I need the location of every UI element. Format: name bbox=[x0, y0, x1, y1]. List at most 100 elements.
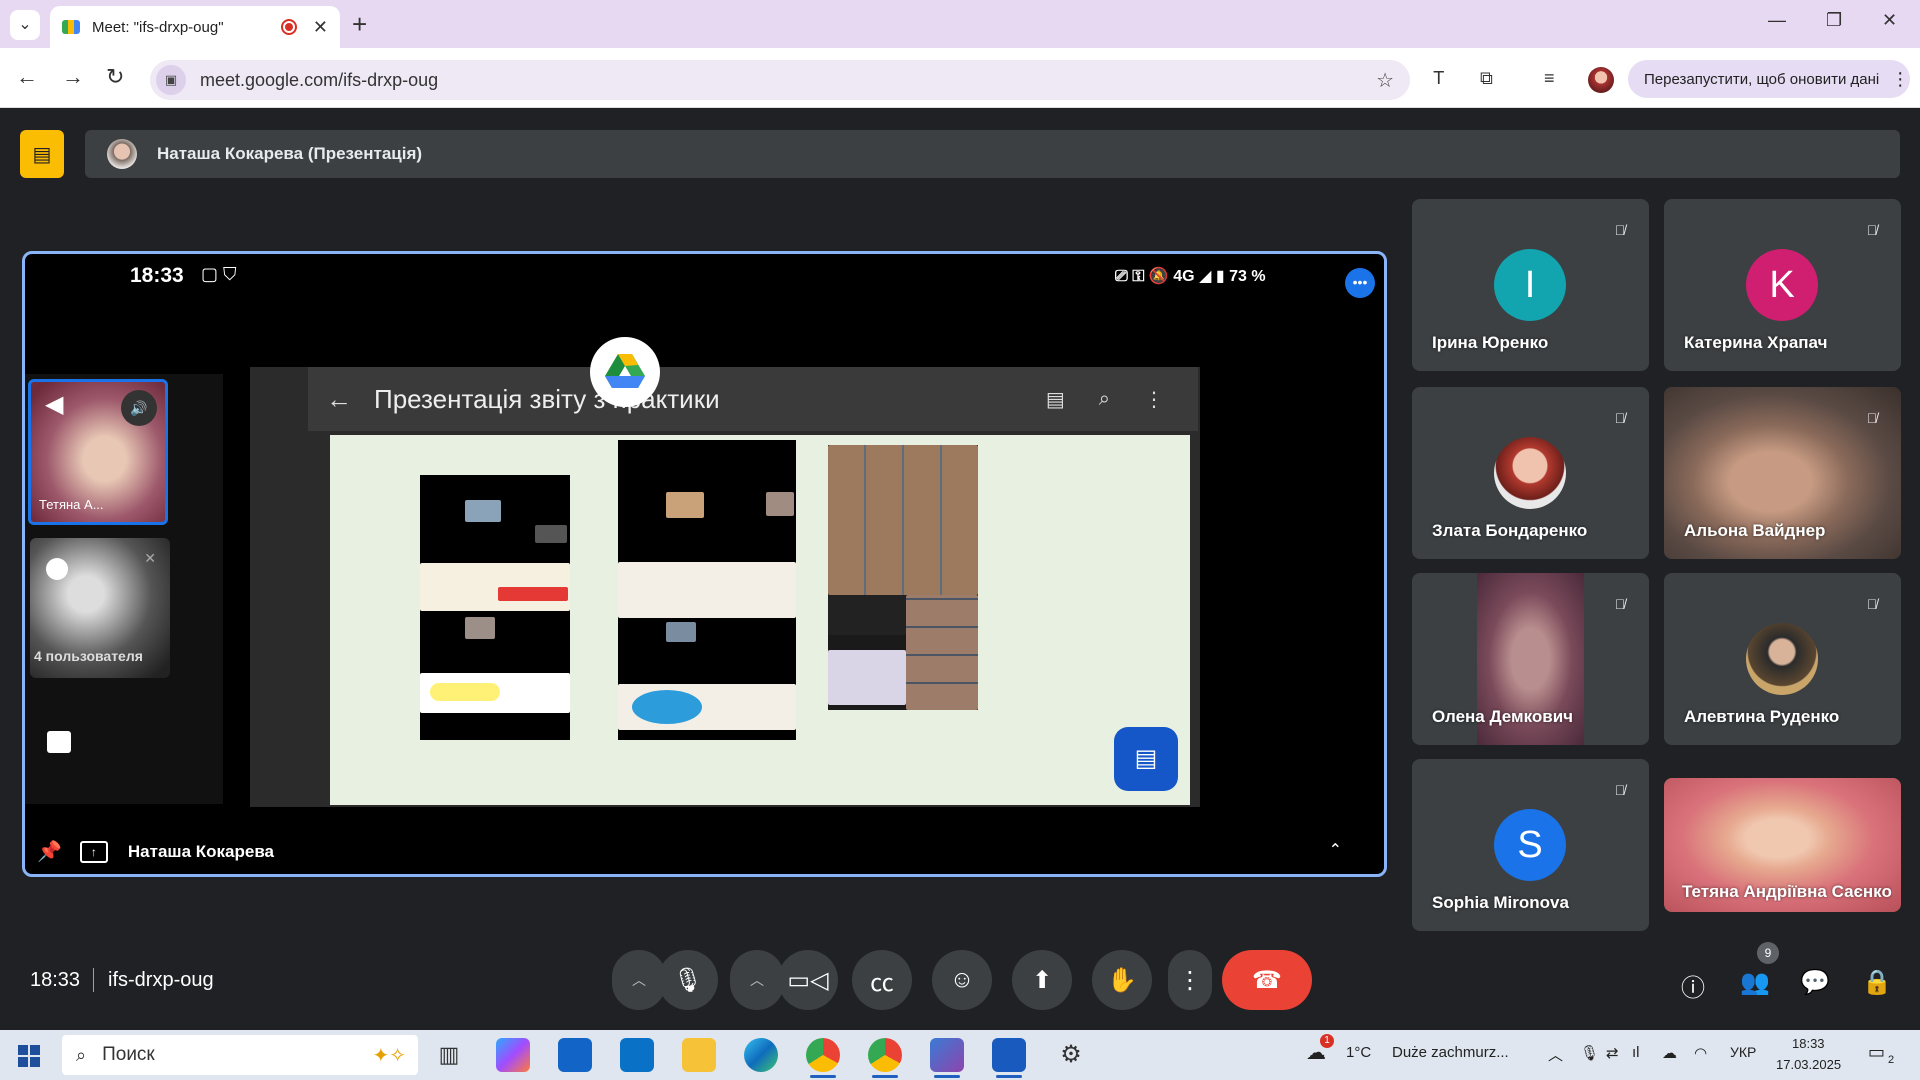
restore-window-icon[interactable]: ❐ bbox=[1826, 10, 1842, 31]
onedrive-icon[interactable]: ☁ bbox=[1662, 1044, 1677, 1062]
participant-avatar: I bbox=[1494, 249, 1566, 321]
site-info-icon[interactable]: ▣ bbox=[156, 65, 186, 95]
close-window-icon[interactable]: ✕ bbox=[1882, 10, 1897, 31]
outlook-app-icon[interactable] bbox=[620, 1038, 654, 1072]
phone-status-icons: ▢ ⛉ bbox=[201, 264, 237, 284]
tray-network-icon[interactable]: ⇄ bbox=[1606, 1044, 1619, 1062]
slide-title: Презентація звіту з практики bbox=[374, 383, 720, 414]
slide-thumb-grid bbox=[828, 445, 978, 595]
clock-date[interactable]: 17.03.2025 bbox=[1776, 1057, 1841, 1072]
copilot-app-icon[interactable] bbox=[496, 1038, 530, 1072]
pin-icon[interactable]: 📌 bbox=[37, 839, 62, 864]
browser-tab-strip: ⌄ Meet: "ifs-drxp-oug" ✕ + — ❐ ✕ bbox=[0, 0, 1920, 48]
document-fab-icon: ▤ bbox=[1114, 727, 1178, 791]
participant-tile[interactable]: S 🎙̸ Sophia Mironova bbox=[1412, 759, 1649, 931]
microphone-icon[interactable]: 🎙 bbox=[658, 950, 718, 1010]
participant-tile[interactable]: K 🎙̸ Катерина Храпач bbox=[1664, 199, 1901, 371]
recording-indicator-icon bbox=[280, 19, 297, 35]
video-options-chevron-icon[interactable]: ︿ bbox=[730, 950, 784, 1010]
task-view-icon[interactable]: ▥ bbox=[432, 1038, 466, 1072]
participant-name: Тетяна Андріївна Саєнко bbox=[1682, 882, 1892, 901]
chat-icon[interactable]: 💬 bbox=[1800, 968, 1830, 997]
host-controls-icon[interactable]: 🔒 bbox=[1862, 968, 1892, 997]
emoji-icon[interactable]: ☺ bbox=[932, 950, 992, 1010]
chrome-app-icon[interactable] bbox=[806, 1038, 840, 1078]
weather-badge: 1 bbox=[1320, 1034, 1334, 1048]
chrome-app-icon-2[interactable] bbox=[868, 1038, 902, 1078]
participant-tile[interactable]: 🎙̸ Олена Демкович bbox=[1412, 573, 1649, 745]
mic-off-icon: 🎙̸ bbox=[1866, 596, 1878, 612]
edge-app-icon[interactable] bbox=[744, 1038, 778, 1072]
minimize-window-icon[interactable]: — bbox=[1768, 10, 1786, 31]
more-options-icon[interactable]: ⋮ bbox=[1168, 950, 1212, 1010]
participant-name: Алевтина Руденко bbox=[1684, 707, 1840, 726]
taskbar-search[interactable]: ⌕ Поиск ✦✧ bbox=[62, 1035, 418, 1075]
forward-arrow-icon[interactable]: → bbox=[62, 64, 84, 90]
participant-photo bbox=[1494, 437, 1566, 509]
profile-avatar[interactable] bbox=[1588, 67, 1614, 93]
store-app-icon[interactable] bbox=[558, 1038, 592, 1072]
present-screen-icon[interactable]: ⬆ bbox=[1012, 950, 1072, 1010]
tab-search-button[interactable]: ⌄ bbox=[10, 10, 40, 40]
notifications-icon[interactable]: ▭ bbox=[1868, 1042, 1885, 1063]
stage-chevron-up-icon[interactable]: ⌃ bbox=[1329, 840, 1342, 860]
extensions-icon[interactable]: ⧉ bbox=[1480, 68, 1493, 89]
network-label: 4G bbox=[1173, 268, 1195, 285]
participant-tile[interactable]: I 🎙̸ Ірина Юренко bbox=[1412, 199, 1649, 371]
participant-tile[interactable]: Тетяна Андріївна Саєнко bbox=[1664, 778, 1901, 912]
settings-gear-icon[interactable]: ⚙ bbox=[1054, 1038, 1088, 1072]
participant-tile[interactable]: 🎙̸ Злата Бондаренко bbox=[1412, 387, 1649, 559]
weather-text[interactable]: Duże zachmurz... bbox=[1392, 1044, 1509, 1061]
captions-icon[interactable]: ㏄ bbox=[852, 950, 912, 1010]
url-text[interactable]: meet.google.com/ifs-drxp-oug bbox=[200, 70, 1376, 91]
stage-more-icon[interactable]: ••• bbox=[1345, 268, 1375, 298]
browser-menu-icon[interactable]: ⋮ bbox=[1891, 69, 1909, 90]
participant-tile[interactable]: 🎙̸ Альона Вайднер bbox=[1664, 387, 1901, 559]
tray-chevron-icon[interactable]: ︿ bbox=[1548, 1044, 1563, 1065]
slide-thumb bbox=[535, 525, 567, 543]
participant-name: Альона Вайднер bbox=[1684, 521, 1826, 540]
clock-time[interactable]: 18:33 bbox=[1792, 1036, 1825, 1051]
reload-icon[interactable]: ↻ bbox=[106, 64, 124, 90]
tray-volume-icon[interactable]: ıl bbox=[1632, 1044, 1640, 1061]
meeting-info-icon[interactable]: ⓘ bbox=[1681, 968, 1705, 1003]
windows-start-icon[interactable] bbox=[18, 1045, 40, 1067]
slide-panel-1 bbox=[420, 475, 570, 740]
app-icon[interactable] bbox=[930, 1038, 964, 1078]
participant-photo bbox=[1746, 623, 1818, 695]
participant-name: Олена Демкович bbox=[1432, 707, 1574, 726]
people-count-badge: 9 bbox=[1757, 942, 1779, 964]
word-app-icon[interactable] bbox=[992, 1038, 1026, 1078]
raise-hand-icon[interactable]: ✋ bbox=[1092, 950, 1152, 1010]
participant-avatar: S bbox=[1494, 809, 1566, 881]
slide-thumb bbox=[498, 587, 568, 601]
presentation-off-icon[interactable]: ▤ bbox=[20, 130, 64, 178]
participant-name: Ірина Юренко bbox=[1432, 333, 1549, 352]
camera-icon[interactable]: ▭◁ bbox=[778, 950, 838, 1010]
language-indicator[interactable]: УКР bbox=[1730, 1044, 1756, 1060]
browser-tab-meet[interactable]: Meet: "ifs-drxp-oug" ✕ bbox=[50, 6, 340, 48]
relaunch-button[interactable]: Перезапустити, щоб оновити дані ⋮ bbox=[1628, 60, 1910, 98]
pip-back-icon: ◀ bbox=[45, 391, 64, 418]
presenter-label: Наташа Кокарева (Презентація) bbox=[157, 144, 423, 163]
back-arrow-icon[interactable]: ← bbox=[16, 64, 38, 90]
presentation-stage[interactable]: 18:33 ▢ ⛉ ⎚ ⚿ 🔕 4G ◢ ▮ 73 % ••• ◀ 🔊 Тетя… bbox=[22, 251, 1387, 877]
participant-tile[interactable]: 🎙̸ Алевтина Руденко bbox=[1664, 573, 1901, 745]
new-tab-button[interactable]: + bbox=[352, 10, 367, 38]
bookmark-star-icon[interactable]: ☆ bbox=[1376, 68, 1394, 93]
tray-mic-icon[interactable]: 🎙 bbox=[1580, 1044, 1599, 1062]
weather-temp[interactable]: 1°C bbox=[1346, 1044, 1371, 1061]
wifi-icon[interactable]: ◠ bbox=[1694, 1044, 1707, 1062]
translate-icon[interactable]: Ꭲ bbox=[1434, 68, 1445, 89]
people-icon[interactable]: 👥 bbox=[1740, 968, 1770, 997]
end-call-button[interactable]: ☎ bbox=[1222, 950, 1312, 1010]
slides-viewer: ← Презентація звіту з практики ▤ ⌕ ⋮ bbox=[250, 337, 1200, 807]
tab-close-icon[interactable]: ✕ bbox=[313, 17, 328, 38]
find-icon: ⌕ bbox=[1098, 387, 1110, 410]
file-explorer-icon[interactable] bbox=[682, 1038, 716, 1072]
slide-panel-2 bbox=[618, 440, 796, 740]
slide-panel-3 bbox=[828, 445, 978, 710]
pip-label-1: Тетяна А... bbox=[39, 497, 104, 512]
address-bar[interactable]: ▣ meet.google.com/ifs-drxp-oug ☆ bbox=[150, 60, 1410, 100]
media-controls-icon[interactable]: ≡ bbox=[1544, 68, 1555, 89]
